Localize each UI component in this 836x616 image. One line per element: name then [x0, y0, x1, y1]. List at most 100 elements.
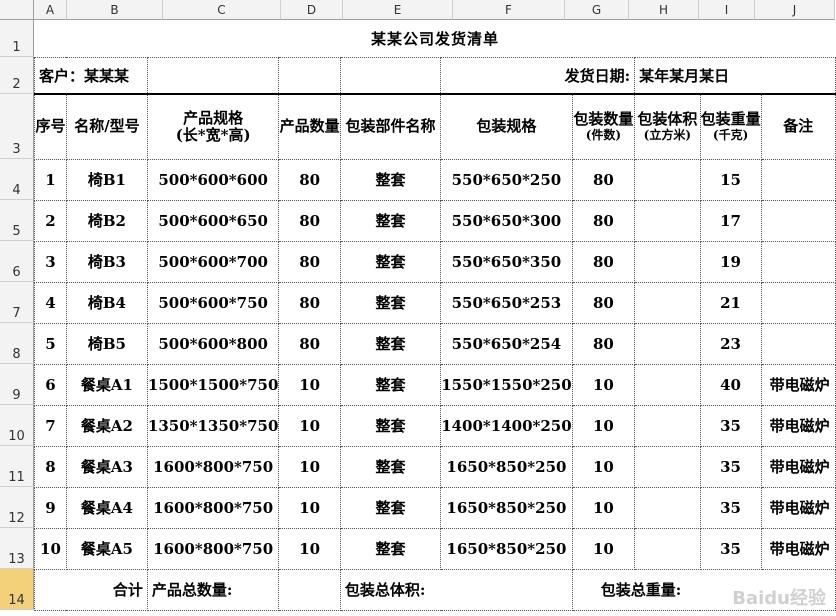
cell-name[interactable]: 餐桌A1 — [65, 363, 148, 406]
cell-qty[interactable]: 10 — [278, 445, 341, 488]
cell-name[interactable]: 餐桌A2 — [65, 404, 148, 447]
column-header-h[interactable]: H — [629, 0, 699, 20]
cell-pack-qty[interactable]: 80 — [571, 240, 636, 283]
cell-parts[interactable]: 整套 — [339, 363, 442, 406]
cell-qty[interactable]: 80 — [278, 199, 341, 242]
cell-qty[interactable]: 10 — [278, 363, 341, 406]
cell-name[interactable]: 餐桌A3 — [65, 445, 148, 488]
column-header-f[interactable]: F — [453, 0, 565, 20]
cell-name[interactable]: 椅B3 — [65, 240, 148, 283]
cell-parts[interactable]: 整套 — [339, 281, 442, 324]
cell-note[interactable]: 带电磁炉 — [760, 363, 836, 406]
cell-parts[interactable]: 整套 — [339, 527, 442, 570]
row-header-3[interactable]: 3 — [0, 94, 34, 159]
cell-pack-spec[interactable]: 550*650*253 — [440, 281, 573, 324]
cell-qty[interactable]: 80 — [278, 240, 341, 283]
column-header-i[interactable]: I — [699, 0, 755, 20]
cell-qty[interactable]: 10 — [278, 527, 341, 570]
row-header-1[interactable]: 1 — [0, 20, 34, 57]
row-header-14[interactable]: 14 — [0, 569, 34, 610]
row-header-13[interactable]: 13 — [0, 528, 34, 569]
cell-name[interactable]: 椅B4 — [65, 281, 148, 324]
row-header-6[interactable]: 6 — [0, 241, 34, 282]
cell-spec[interactable]: 1350*1350*750 — [146, 404, 280, 447]
sheet-title[interactable]: 某某公司发货清单 — [35, 20, 836, 57]
cell-parts[interactable]: 整套 — [339, 322, 442, 365]
header-parts[interactable]: 包装部件名称 — [339, 93, 442, 160]
cell-parts[interactable]: 整套 — [339, 404, 442, 447]
cell-pack-vol[interactable] — [634, 404, 701, 447]
total-qty-value[interactable] — [278, 568, 341, 611]
cell-pack-wt[interactable]: 15 — [699, 158, 762, 201]
column-header-j[interactable]: J — [755, 0, 835, 20]
cell-name[interactable]: 椅B1 — [65, 158, 148, 201]
header-pack-qty[interactable]: 包装数量 (件数) — [571, 93, 636, 160]
row-header-10[interactable]: 10 — [0, 405, 34, 446]
customer-cell[interactable]: 客户：某某某 — [34, 56, 148, 95]
cell-spec[interactable]: 1600*800*750 — [146, 527, 280, 570]
column-header-b[interactable]: B — [67, 0, 163, 20]
cell-note[interactable] — [760, 158, 836, 201]
cell-pack-spec[interactable]: 1400*1400*250 — [440, 404, 573, 447]
cell-pack-vol[interactable] — [634, 445, 701, 488]
cell-index[interactable]: 3 — [34, 240, 67, 283]
column-header-d[interactable]: D — [281, 0, 343, 20]
cell-pack-qty[interactable]: 80 — [571, 281, 636, 324]
cell-parts[interactable]: 整套 — [339, 445, 442, 488]
row-header-12[interactable]: 12 — [0, 487, 34, 528]
cell-pack-wt[interactable]: 23 — [699, 322, 762, 365]
cell-qty[interactable]: 80 — [278, 158, 341, 201]
cell-pack-vol[interactable] — [634, 158, 701, 201]
cell-pack-vol[interactable] — [634, 240, 701, 283]
cell[interactable] — [146, 56, 280, 95]
cell-spec[interactable]: 1500*1500*750 — [146, 363, 280, 406]
cell-pack-wt[interactable]: 35 — [699, 527, 762, 570]
cell-index[interactable]: 1 — [34, 158, 67, 201]
cell-note[interactable]: 带电磁炉 — [760, 527, 836, 570]
cell-name[interactable]: 椅B5 — [65, 322, 148, 365]
cell-pack-qty[interactable]: 10 — [571, 486, 636, 529]
cell-parts[interactable]: 整套 — [339, 240, 442, 283]
cell-pack-spec[interactable]: 1650*850*250 — [440, 445, 573, 488]
cell-parts[interactable]: 整套 — [339, 199, 442, 242]
cell-note[interactable] — [760, 240, 836, 283]
cell-pack-spec[interactable]: 550*650*250 — [440, 158, 573, 201]
cell-pack-qty[interactable]: 10 — [571, 527, 636, 570]
cell-note[interactable]: 带电磁炉 — [760, 404, 836, 447]
row-header-4[interactable]: 4 — [0, 159, 34, 200]
cell-parts[interactable]: 整套 — [339, 486, 442, 529]
cell-qty[interactable]: 80 — [278, 322, 341, 365]
cell-spec[interactable]: 500*600*800 — [146, 322, 280, 365]
row-header-5[interactable]: 5 — [0, 200, 34, 241]
cell-pack-spec[interactable]: 550*650*300 — [440, 199, 573, 242]
cell-pack-qty[interactable]: 80 — [571, 322, 636, 365]
cell-index[interactable]: 9 — [34, 486, 67, 529]
cell-qty[interactable]: 10 — [278, 486, 341, 529]
cell-index[interactable]: 4 — [34, 281, 67, 324]
column-header-e[interactable]: E — [343, 0, 453, 20]
cell-pack-qty[interactable]: 80 — [571, 158, 636, 201]
header-note[interactable]: 备注 — [760, 93, 836, 160]
cell-pack-wt[interactable]: 19 — [699, 240, 762, 283]
cell[interactable] — [278, 56, 341, 95]
cell-pack-qty[interactable]: 10 — [571, 363, 636, 406]
cell-pack-spec[interactable]: 1550*1550*250 — [440, 363, 573, 406]
row-header-8[interactable]: 8 — [0, 323, 34, 364]
cell-spec[interactable]: 500*600*650 — [146, 199, 280, 242]
cell-pack-vol[interactable] — [634, 363, 701, 406]
cell-pack-spec[interactable]: 1650*850*250 — [440, 527, 573, 570]
cell-pack-vol[interactable] — [634, 322, 701, 365]
column-header-a[interactable]: A — [34, 0, 67, 20]
cell-qty[interactable]: 80 — [278, 281, 341, 324]
cell-pack-qty[interactable]: 10 — [571, 445, 636, 488]
totals-label[interactable]: 合计 — [34, 568, 148, 611]
cell-pack-spec[interactable]: 550*650*254 — [440, 322, 573, 365]
cell-index[interactable]: 2 — [34, 199, 67, 242]
cell-pack-qty[interactable]: 80 — [571, 199, 636, 242]
select-all-corner[interactable] — [0, 0, 34, 20]
cell-pack-spec[interactable]: 550*650*350 — [440, 240, 573, 283]
cell-spec[interactable]: 500*600*600 — [146, 158, 280, 201]
column-header-c[interactable]: C — [163, 0, 281, 20]
total-qty-label[interactable]: 产品总数量: — [146, 568, 280, 611]
cell-qty[interactable]: 10 — [278, 404, 341, 447]
